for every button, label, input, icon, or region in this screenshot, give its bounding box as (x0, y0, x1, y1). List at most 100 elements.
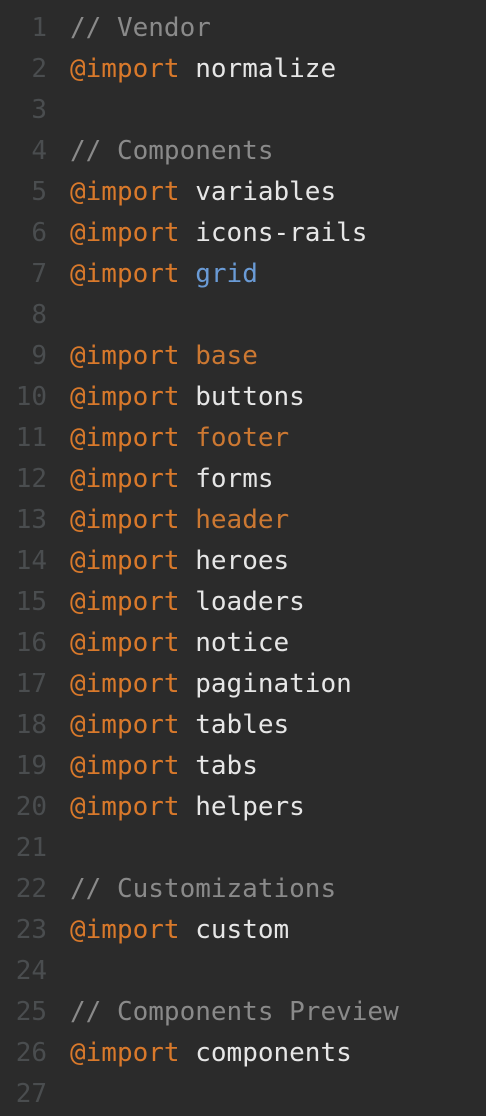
line-content: @import footer (70, 418, 289, 459)
line-content: @import heroes (70, 541, 289, 582)
line-content: @import buttons (70, 377, 305, 418)
code-line[interactable]: 9 @import base (0, 336, 486, 377)
code-line[interactable]: 26 @import components (0, 1033, 486, 1074)
line-content: // Components (70, 131, 274, 172)
code-line[interactable]: 25 // Components Preview (0, 992, 486, 1033)
line-number: 3 (31, 95, 47, 125)
import-keyword: @import (70, 587, 180, 617)
code-line[interactable]: 3 (0, 90, 486, 131)
line-content: @import pagination (70, 664, 352, 705)
line-number: 4 (31, 136, 47, 166)
line-content: @import tables (70, 705, 289, 746)
code-line[interactable]: 22 // Customizations (0, 869, 486, 910)
code-line[interactable]: 8 (0, 295, 486, 336)
line-content: @import normalize (70, 49, 336, 90)
import-name: variables (195, 177, 337, 207)
line-content: // Vendor (70, 8, 211, 49)
line-number: 20 (15, 792, 47, 822)
code-line[interactable]: 21 (0, 828, 486, 869)
code-line[interactable]: 1 // Vendor (0, 8, 486, 49)
import-name: icons-rails (195, 218, 368, 248)
code-line[interactable]: 17 @import pagination (0, 664, 486, 705)
line-number: 17 (15, 669, 47, 699)
line-content: @import components (70, 1033, 352, 1074)
import-keyword: @import (70, 710, 180, 740)
import-keyword: @import (70, 669, 180, 699)
line-number: 18 (15, 710, 47, 740)
line-number: 11 (15, 423, 47, 453)
line-number: 14 (15, 546, 47, 576)
code-line[interactable]: 6 @import icons-rails (0, 213, 486, 254)
line-content: @import base (70, 336, 258, 377)
import-keyword: @import (70, 177, 180, 207)
code-line[interactable]: 18 @import tables (0, 705, 486, 746)
line-number: 6 (31, 218, 47, 248)
import-name: loaders (195, 587, 305, 617)
import-keyword: @import (70, 505, 180, 535)
import-keyword: @import (70, 423, 180, 453)
import-name: heroes (195, 546, 290, 576)
line-content: @import notice (70, 623, 289, 664)
line-number: 21 (15, 833, 47, 863)
import-name: notice (195, 628, 290, 658)
code-line[interactable]: 19 @import tabs (0, 746, 486, 787)
code-line[interactable]: 16 @import notice (0, 623, 486, 664)
import-keyword: @import (70, 464, 180, 494)
line-content: @import tabs (70, 746, 258, 787)
code-line[interactable]: 2 @import normalize (0, 49, 486, 90)
line-number: 24 (15, 956, 47, 986)
code-line[interactable]: 15 @import loaders (0, 582, 486, 623)
line-content: @import grid (70, 254, 258, 295)
import-keyword: @import (70, 1038, 180, 1068)
line-content: @import custom (70, 910, 289, 951)
line-number: 26 (15, 1038, 47, 1068)
import-keyword: @import (70, 751, 180, 781)
line-number: 9 (31, 341, 47, 371)
line-number: 12 (15, 464, 47, 494)
import-name: footer (195, 423, 290, 453)
import-keyword: @import (70, 259, 180, 289)
import-name: tabs (195, 751, 258, 781)
code-line[interactable]: 20 @import helpers (0, 787, 486, 828)
line-number: 25 (15, 997, 47, 1027)
comment-text: // Components Preview (70, 997, 399, 1027)
line-number: 19 (15, 751, 47, 781)
code-line[interactable]: 13 @import header (0, 500, 486, 541)
line-content: @import forms (70, 459, 274, 500)
code-line[interactable]: 4 // Components (0, 131, 486, 172)
line-number: 7 (31, 259, 47, 289)
code-line[interactable]: 7 @import grid (0, 254, 486, 295)
line-number: 15 (15, 587, 47, 617)
import-keyword: @import (70, 915, 180, 945)
line-number: 22 (15, 874, 47, 904)
code-line[interactable]: 24 (0, 951, 486, 992)
code-line[interactable]: 10 @import buttons (0, 377, 486, 418)
line-content: // Customizations (70, 869, 336, 910)
code-line[interactable]: 14 @import heroes (0, 541, 486, 582)
import-name: helpers (195, 792, 305, 822)
import-name: custom (195, 915, 290, 945)
line-content: // Components Preview (70, 992, 399, 1033)
import-keyword: @import (70, 792, 180, 822)
import-name: pagination (195, 669, 352, 699)
line-content: @import header (70, 500, 289, 541)
line-content: @import helpers (70, 787, 305, 828)
import-name: forms (195, 464, 274, 494)
code-line[interactable]: 27 (0, 1074, 486, 1115)
code-line[interactable]: 11 @import footer (0, 418, 486, 459)
import-keyword: @import (70, 341, 180, 371)
import-keyword: @import (70, 628, 180, 658)
comment-text: // Components (70, 136, 274, 166)
import-name: grid (195, 259, 258, 289)
import-name: tables (195, 710, 290, 740)
line-content: @import loaders (70, 582, 305, 623)
line-content: @import variables (70, 172, 336, 213)
code-editor[interactable]: 1 // Vendor 2 @import normalize 3 4 // Compone… (0, 8, 486, 1115)
code-line[interactable]: 12 @import forms (0, 459, 486, 500)
import-name: buttons (195, 382, 305, 412)
import-name: normalize (195, 54, 337, 84)
line-content: @import icons-rails (70, 213, 367, 254)
code-line[interactable]: 23 @import custom (0, 910, 486, 951)
code-line[interactable]: 5 @import variables (0, 172, 486, 213)
import-name: components (195, 1038, 352, 1068)
